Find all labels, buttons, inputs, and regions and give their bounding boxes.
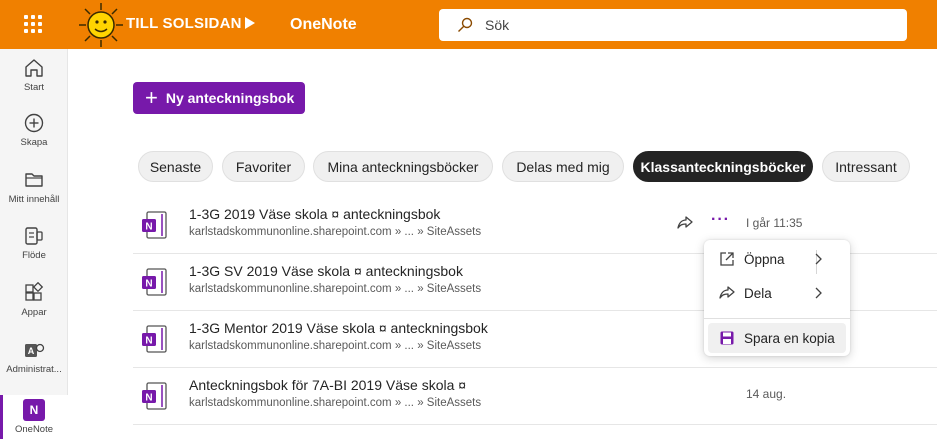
sun-logo-icon	[79, 3, 123, 47]
rail-item-onenote[interactable]: N OneNote	[0, 395, 68, 439]
onenote-notebook-icon: N	[142, 382, 167, 410]
rail-item-create[interactable]: Skapa	[0, 112, 68, 168]
filter-my-notebooks[interactable]: Mina anteckningsböcker	[313, 151, 493, 182]
active-indicator	[0, 395, 3, 439]
filter-favorites[interactable]: Favoriter	[222, 151, 305, 182]
new-notebook-button[interactable]: + Ny anteckningsbok	[133, 82, 305, 114]
rail-item-admin[interactable]: A Administrat...	[0, 339, 68, 395]
chevron-right-icon[interactable]	[811, 252, 825, 266]
menu-label-share: Dela	[744, 285, 772, 301]
svg-text:N: N	[145, 393, 152, 404]
folder-icon	[25, 173, 43, 187]
notebook-context-menu: Öppna Dela Spara en kopia	[704, 240, 850, 356]
notebook-title[interactable]: 1-3G Mentor 2019 Väse skola ¤ anteckning…	[189, 320, 488, 336]
filter-shared-with-me[interactable]: Delas med mig	[502, 151, 624, 182]
feed-icon	[25, 227, 43, 245]
notebook-date: 14 aug.	[746, 387, 787, 401]
notebook-path: karlstadskommunonline.sharepoint.com » .…	[189, 340, 482, 352]
search-input[interactable]	[485, 9, 885, 41]
new-notebook-label: Ny anteckningsbok	[165, 90, 295, 106]
svg-text:A: A	[28, 346, 35, 356]
rail-label-start: Start	[23, 82, 45, 93]
rail-label-admin: Administrat...	[6, 364, 62, 375]
svg-text:N: N	[145, 336, 152, 347]
notebook-path: karlstadskommunonline.sharepoint.com » .…	[189, 226, 482, 238]
admin-icon: A	[25, 343, 45, 357]
chevron-right-icon	[815, 287, 822, 299]
menu-label-open: Öppna	[744, 251, 785, 267]
onenote-notebook-icon: N	[142, 211, 167, 239]
notebook-date: I går 11:35	[746, 216, 803, 230]
notebook-path: karlstadskommunonline.sharepoint.com » .…	[189, 283, 482, 295]
brand-name[interactable]: TILL SOLSIDAN	[126, 15, 242, 32]
filter-class-notebooks[interactable]: Klassanteckningsböcker	[633, 151, 813, 182]
open-external-icon	[720, 252, 734, 266]
rail-label-feed: Flöde	[22, 250, 46, 261]
onenote-icon: N	[23, 399, 45, 421]
rail-item-start[interactable]: Start	[0, 57, 68, 113]
rail-item-my-content[interactable]: Mitt innehåll	[0, 169, 68, 225]
svg-text:N: N	[145, 222, 152, 233]
menu-divider	[704, 318, 850, 319]
rail-item-feed[interactable]: Flöde	[0, 225, 68, 281]
rail-label-onenote: OneNote	[14, 424, 54, 435]
share-icon[interactable]	[676, 214, 694, 232]
filter-recent[interactable]: Senaste	[138, 151, 213, 182]
filter-interesting[interactable]: Intressant	[822, 151, 910, 182]
notebook-title[interactable]: 1-3G SV 2019 Väse skola ¤ anteckningsbok	[189, 263, 463, 279]
play-arrow-icon	[245, 17, 255, 29]
notebook-title[interactable]: Anteckningsbok för 7A-BI 2019 Väse skola…	[189, 377, 466, 393]
plus-icon: +	[145, 85, 158, 110]
top-bar: TILL SOLSIDAN OneNote	[0, 0, 937, 49]
rail-label-apps: Appar	[21, 307, 47, 318]
notebook-path: karlstadskommunonline.sharepoint.com » .…	[189, 397, 482, 409]
notebook-title[interactable]: 1-3G 2019 Väse skola ¤ anteckningsbok	[189, 206, 440, 222]
menu-item-share[interactable]: Dela	[708, 278, 846, 308]
onenote-notebook-icon: N	[142, 325, 167, 353]
save-icon	[720, 331, 734, 345]
menu-label-save-copy: Spara en kopia	[744, 330, 835, 346]
svg-text:N: N	[145, 279, 152, 290]
share-icon	[719, 286, 735, 299]
app-launcher-icon[interactable]	[24, 15, 42, 33]
rail-item-apps[interactable]: Appar	[0, 282, 68, 338]
app-title[interactable]: OneNote	[290, 16, 357, 34]
home-icon	[25, 59, 43, 77]
onenote-notebook-icon: N	[142, 268, 167, 296]
menu-item-save-copy[interactable]: Spara en kopia	[708, 323, 846, 353]
rail-label-create: Skapa	[20, 137, 48, 148]
more-options-button[interactable]: ···	[711, 212, 731, 230]
menu-item-open[interactable]: Öppna	[708, 244, 846, 274]
add-circle-icon	[24, 113, 44, 133]
search-box[interactable]	[439, 9, 907, 41]
rail-label-my-content: Mitt innehåll	[8, 194, 60, 205]
app-rail: Start Skapa Mitt innehåll Flöde Appar A …	[0, 49, 68, 439]
apps-icon	[25, 282, 44, 301]
notebook-row[interactable]: N Anteckningsbok för 7A-BI 2019 Väse sko…	[133, 368, 937, 425]
search-icon	[458, 17, 473, 32]
